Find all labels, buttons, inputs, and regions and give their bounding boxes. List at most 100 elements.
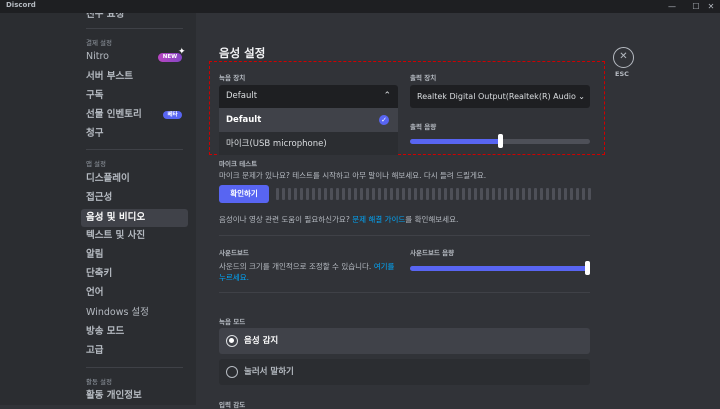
meter-bar <box>486 188 489 200</box>
meter-bar <box>588 188 591 200</box>
input-device-menu: Default ✓ 마이크(USB microphone) <box>219 108 398 155</box>
sidebar-item-windows-settings[interactable]: Windows 설정 <box>81 304 188 322</box>
soundboard-link[interactable]: 여기를 <box>374 262 395 271</box>
input-device-select[interactable]: Default ⌃ <box>219 85 398 108</box>
meter-bar <box>396 188 399 200</box>
meter-bar <box>306 188 309 200</box>
meter-bar <box>348 188 351 200</box>
radio-label: 음성 감지 <box>244 336 279 346</box>
meter-bar <box>456 188 459 200</box>
output-device-select[interactable]: Realtek Digital Output(Realtek(R) Audio … <box>410 85 590 108</box>
meter-bar <box>342 188 345 200</box>
meter-bar <box>438 188 441 200</box>
section-header: 활동 설정 <box>86 378 112 386</box>
sidebar-item-billing[interactable]: 청구 <box>81 125 188 143</box>
chevron-down-icon: ⌄ <box>578 85 585 108</box>
description: 사운드의 크기를 개인적으로 조정할 수 있습니다. <box>219 262 374 271</box>
title-bar: Discord — ☐ ✕ <box>0 0 720 13</box>
divider <box>219 292 590 293</box>
meter-bar <box>294 188 297 200</box>
soundboard-link-continued[interactable]: 누르세요. <box>219 272 249 283</box>
slider-handle[interactable] <box>498 134 503 148</box>
meter-bar <box>558 188 561 200</box>
meter-bar <box>468 188 471 200</box>
meter-bar <box>372 188 375 200</box>
meter-bar <box>516 188 519 200</box>
meter-bar <box>312 188 315 200</box>
sidebar-item-keybinds[interactable]: 단축키 <box>81 265 188 283</box>
slider-fill <box>410 139 500 144</box>
input-sensitivity-label: 입력 감도 <box>219 401 246 409</box>
soundboard-volume-slider[interactable] <box>410 261 590 275</box>
radio-selected-icon <box>226 335 238 347</box>
sidebar-item-server-boost[interactable]: 서버 부스트 <box>81 68 188 86</box>
radio-push-to-talk[interactable]: 눌러서 말하기 <box>219 359 590 385</box>
page-title: 음성 설정 <box>219 46 266 60</box>
app-title: Discord <box>6 1 36 9</box>
meter-bar <box>360 188 363 200</box>
meter-bar <box>492 188 495 200</box>
minimize-button[interactable]: — <box>661 0 683 13</box>
sidebar-item-friend-requests[interactable]: 친구 요청 <box>81 13 188 24</box>
sidebar-item-notifications[interactable]: 알림 <box>81 246 188 264</box>
close-icon[interactable]: ✕ <box>613 47 634 68</box>
soundboard-volume-label: 사운드보드 음량 <box>410 249 455 257</box>
meter-bar <box>462 188 465 200</box>
sidebar-item-accessibility[interactable]: 접근성 <box>81 189 188 207</box>
output-device-label: 출력 장치 <box>410 74 437 82</box>
esc-label: ESC <box>615 70 629 78</box>
meter-bar <box>432 188 435 200</box>
meter-bar <box>402 188 405 200</box>
sidebar-item-display[interactable]: 디스플레이 <box>81 170 188 188</box>
label: Nitro <box>86 51 109 62</box>
meter-bar <box>288 188 291 200</box>
help-text: 음성이나 영상 관련 도움이 필요하신가요? 문제 해결 가이드를 확인해보세요… <box>219 214 458 225</box>
option-default[interactable]: Default ✓ <box>219 108 398 132</box>
radio-voice-activity[interactable]: 음성 감지 <box>219 328 590 354</box>
sidebar-item-language[interactable]: 언어 <box>81 284 188 302</box>
meter-bar <box>498 188 501 200</box>
meter-bar <box>366 188 369 200</box>
sidebar-item-subscriptions[interactable]: 구독 <box>81 87 188 105</box>
troubleshooting-guide-link[interactable]: 문제 해결 가이드 <box>352 215 405 224</box>
meter-bar <box>330 188 333 200</box>
meter-bar <box>282 188 285 200</box>
meter-bar <box>414 188 417 200</box>
meter-bar <box>522 188 525 200</box>
sidebar-item-streamer-mode[interactable]: 방송 모드 <box>81 323 188 341</box>
meter-bar <box>324 188 327 200</box>
meter-bar <box>390 188 393 200</box>
selected-value: Realtek Digital Output(Realtek(R) Audio <box>417 92 576 101</box>
mic-test-label: 마이크 테스트 <box>219 160 258 168</box>
meter-bar <box>510 188 513 200</box>
sidebar-item-nitro[interactable]: Nitro NEW ✦ <box>81 47 188 66</box>
meter-bar <box>480 188 483 200</box>
help-prefix: 음성이나 영상 관련 도움이 필요하신가요? <box>219 215 353 224</box>
meter-bar <box>552 188 555 200</box>
sidebar-item-activity-privacy[interactable]: 활동 개인정보 <box>81 387 188 405</box>
sidebar-item-advanced[interactable]: 고급 <box>81 342 188 360</box>
slider-fill <box>410 266 590 271</box>
meter-bar <box>426 188 429 200</box>
divider <box>86 28 183 29</box>
mic-level-meter <box>276 188 591 200</box>
sidebar-item-gift-inventory[interactable]: 선물 인벤토리 베타 <box>81 106 188 124</box>
meter-bar <box>408 188 411 200</box>
sidebar-item-voice-video[interactable]: 음성 및 비디오 <box>81 209 188 227</box>
meter-bar <box>444 188 447 200</box>
meter-bar <box>474 188 477 200</box>
meter-bar <box>528 188 531 200</box>
section-header: 앱 설정 <box>86 160 107 168</box>
soundboard-description: 사운드의 크기를 개인적으로 조정할 수 있습니다. 여기를 <box>219 261 394 272</box>
radio-unselected-icon <box>226 366 238 378</box>
slider-handle[interactable] <box>585 261 590 275</box>
check-mic-button[interactable]: 확인하기 <box>219 185 269 203</box>
close-window-button[interactable]: ✕ <box>700 0 720 13</box>
meter-bar <box>570 188 573 200</box>
section-header: 결제 설정 <box>86 39 112 47</box>
option-usb-microphone[interactable]: 마이크(USB microphone) <box>219 132 398 155</box>
sidebar-item-text-images[interactable]: 텍스트 및 사진 <box>81 227 188 245</box>
meter-bar <box>276 188 279 200</box>
meter-bar <box>504 188 507 200</box>
output-volume-slider[interactable] <box>410 134 590 148</box>
